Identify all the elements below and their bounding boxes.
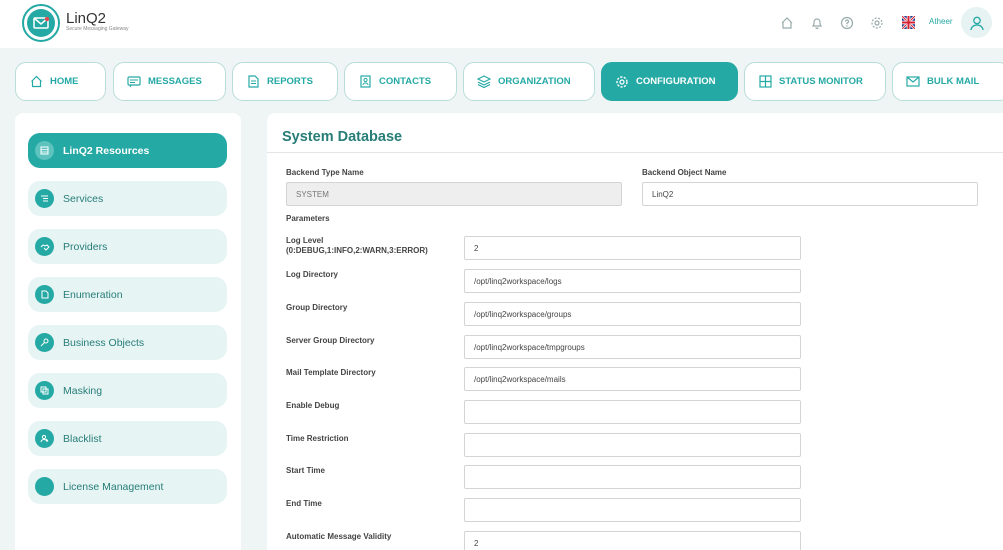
param-label-log-directory: Log Directory [286, 270, 339, 279]
sidebar-item-license-management[interactable]: License Management [28, 469, 227, 504]
gear-icon[interactable] [869, 15, 885, 31]
mail-icon [906, 75, 920, 89]
sidebar-item-blacklist[interactable]: Blacklist [28, 421, 227, 456]
tab-home[interactable]: HOME [15, 62, 106, 101]
sidebar-item-services[interactable]: Services [28, 181, 227, 216]
page-title: System Database [282, 129, 403, 145]
home-outline-icon[interactable] [779, 15, 795, 31]
log-directory-input[interactable]: /opt/linq2workspace/logs [464, 269, 801, 293]
bell-icon[interactable] [809, 15, 825, 31]
sidebar-item-linq2-resources[interactable]: LinQ2 Resources [28, 133, 227, 168]
user-name[interactable]: Atheer [929, 17, 953, 26]
end-time-input[interactable] [464, 498, 801, 522]
system-database-panel: System Database Backend Type Name SYSTEM… [267, 113, 1003, 550]
tab-label: REPORTS [267, 76, 313, 87]
param-label-start-time: Start Time [286, 466, 325, 475]
sidebar-item-enumeration[interactable]: Enumeration [28, 277, 227, 312]
user-avatar[interactable] [961, 7, 992, 38]
sidebar-item-label: Enumeration [63, 288, 123, 301]
param-label-end-time: End Time [286, 499, 322, 508]
tab-label: ORGANIZATION [498, 76, 571, 87]
tab-label: STATUS MONITOR [779, 76, 863, 87]
app-tagline: Secure Messaging Gateway [66, 26, 129, 32]
sidebar-item-label: Blacklist [63, 432, 102, 445]
param-label-log-level: Log Level (0:DEBUG,1:INFO,2:WARN,3:ERROR… [286, 236, 428, 256]
gear-icon [615, 75, 629, 89]
sidebar-item-label: Providers [63, 240, 108, 253]
tab-contacts[interactable]: CONTACTS [344, 62, 457, 101]
param-label-time-restriction: Time Restriction [286, 434, 349, 443]
license-icon [35, 477, 54, 496]
config-sidebar: LinQ2 Resources Services Providers Enume… [15, 113, 241, 550]
top-header: LinQ2 Secure Messaging Gateway Atheer [0, 0, 1003, 48]
message-icon [127, 75, 141, 89]
backend-type-label: Backend Type Name [286, 168, 364, 177]
sidebar-item-label: Business Objects [63, 336, 145, 349]
param-label-group-directory: Group Directory [286, 303, 348, 312]
enable-debug-input[interactable] [464, 400, 801, 424]
app-name: LinQ2 [66, 10, 107, 27]
start-time-input[interactable] [464, 465, 801, 489]
envelope-logo-icon [27, 9, 55, 37]
key-icon [35, 333, 54, 352]
tab-label: HOME [50, 76, 79, 87]
param-label-automatic-message-validity: Automatic Message Validity [286, 532, 392, 541]
sidebar-item-business-objects[interactable]: Business Objects [28, 325, 227, 360]
tab-messages[interactable]: MESSAGES [113, 62, 226, 101]
server-group-directory-input[interactable]: /opt/linq2workspace/tmpgroups [464, 335, 801, 359]
sidebar-item-label: Services [63, 192, 104, 205]
backend-object-label: Backend Object Name [642, 168, 727, 177]
contact-icon [358, 75, 372, 89]
block-user-icon [35, 429, 54, 448]
time-restriction-input[interactable] [464, 433, 801, 457]
log-level-input[interactable]: 2 [464, 236, 801, 260]
automatic-message-validity-input[interactable]: 2 [464, 531, 801, 550]
mail-template-directory-input[interactable]: /opt/linq2workspace/mails [464, 367, 801, 391]
database-icon [35, 141, 54, 160]
sidebar-item-label: Masking [63, 384, 103, 397]
param-label-text: Log Level [286, 236, 324, 245]
handshake-icon [35, 237, 54, 256]
tab-configuration[interactable]: CONFIGURATION [601, 62, 738, 101]
tab-label: BULK MAIL [927, 76, 980, 87]
help-icon[interactable] [839, 15, 855, 31]
grid-icon [758, 75, 772, 89]
home-icon [29, 75, 43, 89]
sidebar-item-label: License Management [63, 480, 164, 493]
title-divider [267, 152, 1003, 153]
parameters-label: Parameters [286, 214, 330, 223]
copy-icon [35, 381, 54, 400]
backend-type-field: SYSTEM [286, 182, 622, 206]
tab-reports[interactable]: REPORTS [232, 62, 338, 101]
app-logo[interactable] [22, 4, 60, 42]
document-icon [35, 285, 54, 304]
tab-label: CONFIGURATION [636, 76, 716, 87]
report-icon [246, 75, 260, 89]
tab-label: CONTACTS [379, 76, 432, 87]
group-directory-input[interactable]: /opt/linq2workspace/groups [464, 302, 801, 326]
param-label-server-group-directory: Server Group Directory [286, 336, 375, 345]
list-icon [35, 189, 54, 208]
param-label-mail-template-directory: Mail Template Directory [286, 368, 376, 377]
param-label-enable-debug: Enable Debug [286, 401, 340, 410]
backend-object-field[interactable]: LinQ2 [642, 182, 978, 206]
uk-flag-icon[interactable] [901, 15, 916, 30]
tab-organization[interactable]: ORGANIZATION [463, 62, 595, 101]
tab-bulk-mail[interactable]: BULK MAIL [892, 62, 1003, 101]
user-icon [969, 16, 984, 30]
param-sublabel-text: (0:DEBUG,1:INFO,2:WARN,3:ERROR) [286, 246, 428, 255]
tab-status-monitor[interactable]: STATUS MONITOR [744, 62, 886, 101]
layers-icon [477, 75, 491, 89]
sidebar-item-label: LinQ2 Resources [63, 144, 150, 157]
sidebar-item-providers[interactable]: Providers [28, 229, 227, 264]
sidebar-item-masking[interactable]: Masking [28, 373, 227, 408]
tab-label: MESSAGES [148, 76, 202, 87]
